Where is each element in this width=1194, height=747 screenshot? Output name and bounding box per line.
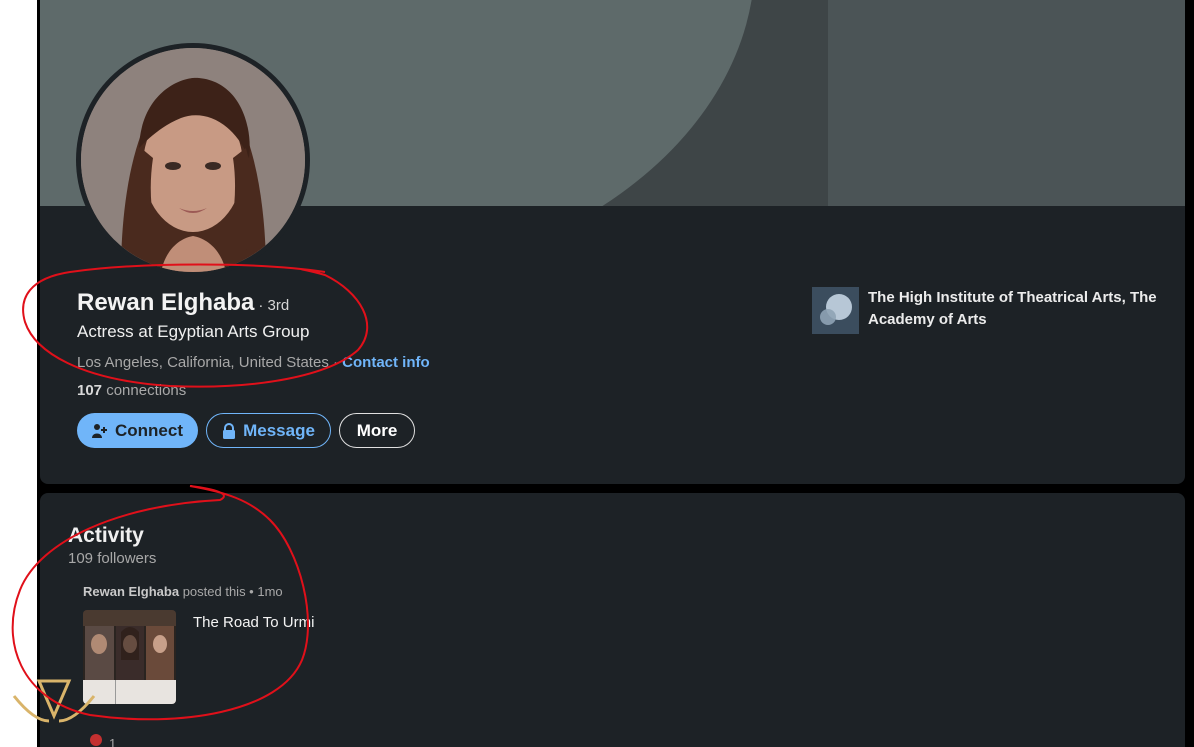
connection-degree: · 3rd xyxy=(258,297,290,314)
profile-card: Rewan Elghaba · 3rd Actress at Egyptian … xyxy=(40,0,1185,484)
connect-button[interactable]: Connect xyxy=(77,413,198,448)
activity-card: Activity 109 followers Rewan Elghaba pos… xyxy=(40,493,1185,747)
post-meta: Rewan Elghaba posted this • 1mo xyxy=(83,584,283,599)
connections-number: 107 xyxy=(77,382,103,399)
location-separator: · xyxy=(328,354,343,371)
connections-label: connections xyxy=(102,382,187,399)
name-row: Rewan Elghaba · 3rd xyxy=(77,289,289,317)
reaction-count[interactable]: 1 xyxy=(109,736,116,747)
more-label: More xyxy=(356,420,398,440)
page-margin xyxy=(0,0,37,747)
connections-count[interactable]: 107 connections xyxy=(77,382,186,399)
profile-actions: Connect Message More xyxy=(77,413,415,448)
lock-icon xyxy=(222,422,236,439)
profile-location: Los Angeles, California, United States xyxy=(77,354,329,371)
education-name: The High Institute of Theatrical Arts, T… xyxy=(868,289,1157,328)
activity-title: Activity xyxy=(68,524,144,547)
school-logo-icon xyxy=(812,287,859,334)
message-label: Message xyxy=(243,420,315,440)
profile-avatar[interactable] xyxy=(76,43,310,277)
avatar-photo xyxy=(81,48,305,272)
contact-info-link[interactable]: Contact info xyxy=(342,354,430,371)
more-button[interactable]: More xyxy=(339,413,415,448)
profile-headline: Actress at Egyptian Arts Group xyxy=(77,322,310,341)
post-meta-text: posted this • 1mo xyxy=(179,584,283,599)
watermark-logo-icon xyxy=(12,679,102,746)
post-author[interactable]: Rewan Elghaba xyxy=(83,584,179,599)
followers-count: 109 followers xyxy=(68,550,157,567)
post-title[interactable]: The Road To Urmi xyxy=(193,614,314,631)
location-row: Los Angeles, California, United States ·… xyxy=(77,354,430,371)
add-person-icon xyxy=(92,423,108,439)
education-item[interactable]: The High Institute of Theatrical Arts, T… xyxy=(812,287,1158,334)
connect-label: Connect xyxy=(115,420,183,440)
profile-name: Rewan Elghaba xyxy=(77,289,255,316)
message-button[interactable]: Message xyxy=(206,413,331,448)
